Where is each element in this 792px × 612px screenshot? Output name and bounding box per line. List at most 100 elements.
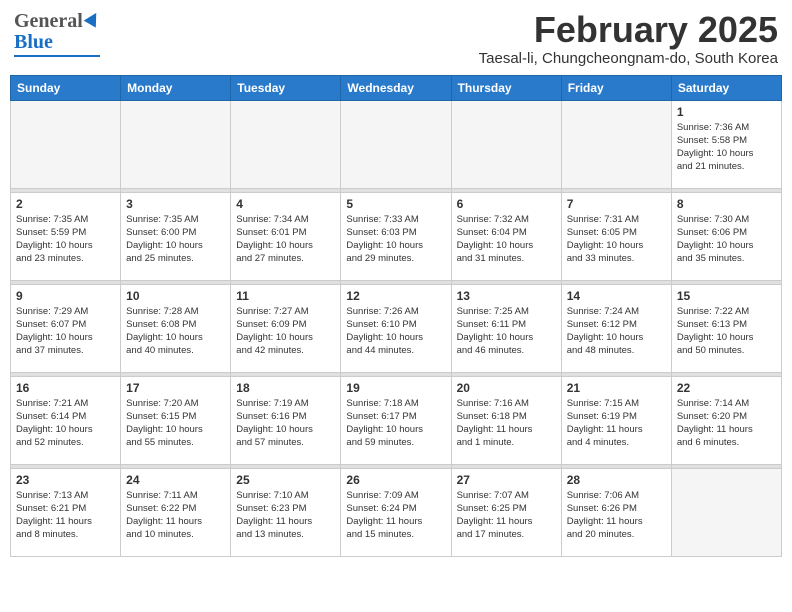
day-number: 17: [126, 381, 225, 395]
day-info: Sunrise: 7:29 AMSunset: 6:07 PMDaylight:…: [16, 305, 115, 358]
calendar-day-cell: 16Sunrise: 7:21 AMSunset: 6:14 PMDayligh…: [11, 376, 121, 464]
calendar-day-cell: 11 Sunrise: 7:27 AMSunset: 6:09 PMDayligh…: [231, 284, 341, 372]
logo-triangle-icon: [84, 9, 103, 27]
day-info: Sunrise: 7:19 AMSunset: 6:16 PMDaylight:…: [236, 397, 335, 450]
calendar-day-cell: 19 Sunrise: 7:18 AMSunset: 6:17 PMDayligh…: [341, 376, 451, 464]
day-info: Sunrise: 7:21 AMSunset: 6:14 PMDaylight:…: [16, 397, 115, 450]
calendar-day-cell: 21 Sunrise: 7:15 AMSunset: 6:19 PMDayligh…: [561, 376, 671, 464]
header-wednesday: Wednesday: [341, 75, 451, 100]
calendar-day-cell: 26 Sunrise: 7:09 AMSunset: 6:24 PMDayligh…: [341, 468, 451, 556]
day-number: 21: [567, 381, 666, 395]
location-title: Taesal-li, Chungcheongnam-do, South Kore…: [479, 50, 778, 67]
day-info: Sunrise: 7:26 AMSunset: 6:10 PMDaylight:…: [346, 305, 445, 358]
header-tuesday: Tuesday: [231, 75, 341, 100]
day-info: Sunrise: 7:10 AMSunset: 6:23 PMDaylight:…: [236, 489, 335, 542]
calendar-day-cell: 6 Sunrise: 7:32 AMSunset: 6:04 PMDaylight…: [451, 192, 561, 280]
calendar-day-cell: 5Sunrise: 7:33 AMSunset: 6:03 PMDaylight…: [341, 192, 451, 280]
header-sunday: Sunday: [11, 75, 121, 100]
calendar-day-cell: 27Sunrise: 7:07 AMSunset: 6:25 PMDayligh…: [451, 468, 561, 556]
day-number: 22: [677, 381, 776, 395]
day-number: 11: [236, 289, 335, 303]
day-number: 2: [16, 197, 115, 211]
day-number: 9: [16, 289, 115, 303]
calendar-day-cell: [671, 468, 781, 556]
day-info: Sunrise: 7:14 AMSunset: 6:20 PMDaylight:…: [677, 397, 776, 450]
calendar-day-cell: 13Sunrise: 7:25 AMSunset: 6:11 PMDayligh…: [451, 284, 561, 372]
calendar-day-cell: [341, 100, 451, 188]
header-monday: Monday: [121, 75, 231, 100]
day-number: 23: [16, 473, 115, 487]
day-number: 24: [126, 473, 225, 487]
day-number: 7: [567, 197, 666, 211]
calendar-week-row: 2 Sunrise: 7:35 AMSunset: 5:59 PMDaylight…: [11, 192, 782, 280]
day-info: Sunrise: 7:36 AMSunset: 5:58 PMDaylight:…: [677, 121, 776, 174]
day-number: 15: [677, 289, 776, 303]
day-info: Sunrise: 7:07 AMSunset: 6:25 PMDaylight:…: [457, 489, 556, 542]
logo-underline: [14, 55, 100, 57]
day-number: 3: [126, 197, 225, 211]
calendar-day-cell: [231, 100, 341, 188]
day-info: Sunrise: 7:27 AMSunset: 6:09 PMDaylight:…: [236, 305, 335, 358]
day-info: Sunrise: 7:33 AMSunset: 6:03 PMDaylight:…: [346, 213, 445, 266]
day-info: Sunrise: 7:15 AMSunset: 6:19 PMDaylight:…: [567, 397, 666, 450]
calendar-day-cell: [451, 100, 561, 188]
calendar-day-cell: 7 Sunrise: 7:31 AMSunset: 6:05 PMDaylight…: [561, 192, 671, 280]
calendar-day-cell: [121, 100, 231, 188]
day-number: 20: [457, 381, 556, 395]
logo-blue-text: Blue: [14, 31, 53, 53]
day-info: Sunrise: 7:20 AMSunset: 6:15 PMDaylight:…: [126, 397, 225, 450]
day-number: 14: [567, 289, 666, 303]
day-info: Sunrise: 7:13 AMSunset: 6:21 PMDaylight:…: [16, 489, 115, 542]
day-info: Sunrise: 7:18 AMSunset: 6:17 PMDaylight:…: [346, 397, 445, 450]
calendar-day-cell: 1Sunrise: 7:36 AMSunset: 5:58 PMDaylight…: [671, 100, 781, 188]
day-info: Sunrise: 7:09 AMSunset: 6:24 PMDaylight:…: [346, 489, 445, 542]
calendar-day-cell: 14Sunrise: 7:24 AMSunset: 6:12 PMDayligh…: [561, 284, 671, 372]
header-thursday: Thursday: [451, 75, 561, 100]
calendar-day-cell: 10 Sunrise: 7:28 AMSunset: 6:08 PMDayligh…: [121, 284, 231, 372]
day-number: 12: [346, 289, 445, 303]
day-number: 26: [346, 473, 445, 487]
calendar-day-cell: 24 Sunrise: 7:11 AMSunset: 6:22 PMDayligh…: [121, 468, 231, 556]
day-info: Sunrise: 7:31 AMSunset: 6:05 PMDaylight:…: [567, 213, 666, 266]
calendar-day-cell: 17 Sunrise: 7:20 AMSunset: 6:15 PMDayligh…: [121, 376, 231, 464]
day-number: 19: [346, 381, 445, 395]
calendar-week-row: 1Sunrise: 7:36 AMSunset: 5:58 PMDaylight…: [11, 100, 782, 188]
page-header: General Blue February 2025 Taesal-li, Ch…: [10, 10, 782, 67]
calendar-day-cell: 9 Sunrise: 7:29 AMSunset: 6:07 PMDaylight…: [11, 284, 121, 372]
calendar-day-cell: 18 Sunrise: 7:19 AMSunset: 6:16 PMDayligh…: [231, 376, 341, 464]
header-saturday: Saturday: [671, 75, 781, 100]
logo-general-text: General: [14, 10, 83, 33]
day-info: Sunrise: 7:16 AMSunset: 6:18 PMDaylight:…: [457, 397, 556, 450]
day-info: Sunrise: 7:35 AMSunset: 5:59 PMDaylight:…: [16, 213, 115, 266]
calendar-day-cell: 8 Sunrise: 7:30 AMSunset: 6:06 PMDaylight…: [671, 192, 781, 280]
day-number: 4: [236, 197, 335, 211]
calendar-day-cell: 28 Sunrise: 7:06 AMSunset: 6:26 PMDayligh…: [561, 468, 671, 556]
day-number: 8: [677, 197, 776, 211]
calendar-day-cell: 20 Sunrise: 7:16 AMSunset: 6:18 PMDayligh…: [451, 376, 561, 464]
day-number: 18: [236, 381, 335, 395]
day-number: 6: [457, 197, 556, 211]
calendar-table: Sunday Monday Tuesday Wednesday Thursday…: [10, 75, 782, 557]
day-info: Sunrise: 7:35 AMSunset: 6:00 PMDaylight:…: [126, 213, 225, 266]
month-title: February 2025: [479, 10, 778, 50]
title-section: February 2025 Taesal-li, Chungcheongnam-…: [479, 10, 778, 67]
calendar-day-cell: 22 Sunrise: 7:14 AMSunset: 6:20 PMDayligh…: [671, 376, 781, 464]
day-number: 13: [457, 289, 556, 303]
day-info: Sunrise: 7:34 AMSunset: 6:01 PMDaylight:…: [236, 213, 335, 266]
day-info: Sunrise: 7:30 AMSunset: 6:06 PMDaylight:…: [677, 213, 776, 266]
day-number: 25: [236, 473, 335, 487]
calendar-week-row: 16Sunrise: 7:21 AMSunset: 6:14 PMDayligh…: [11, 376, 782, 464]
calendar-day-cell: 25 Sunrise: 7:10 AMSunset: 6:23 PMDayligh…: [231, 468, 341, 556]
calendar-header-row: Sunday Monday Tuesday Wednesday Thursday…: [11, 75, 782, 100]
calendar-day-cell: [561, 100, 671, 188]
day-info: Sunrise: 7:22 AMSunset: 6:13 PMDaylight:…: [677, 305, 776, 358]
day-number: 28: [567, 473, 666, 487]
day-info: Sunrise: 7:11 AMSunset: 6:22 PMDaylight:…: [126, 489, 225, 542]
day-info: Sunrise: 7:28 AMSunset: 6:08 PMDaylight:…: [126, 305, 225, 358]
day-number: 10: [126, 289, 225, 303]
day-info: Sunrise: 7:06 AMSunset: 6:26 PMDaylight:…: [567, 489, 666, 542]
day-info: Sunrise: 7:32 AMSunset: 6:04 PMDaylight:…: [457, 213, 556, 266]
calendar-day-cell: 2 Sunrise: 7:35 AMSunset: 5:59 PMDaylight…: [11, 192, 121, 280]
calendar-day-cell: 23 Sunrise: 7:13 AMSunset: 6:21 PMDayligh…: [11, 468, 121, 556]
header-friday: Friday: [561, 75, 671, 100]
